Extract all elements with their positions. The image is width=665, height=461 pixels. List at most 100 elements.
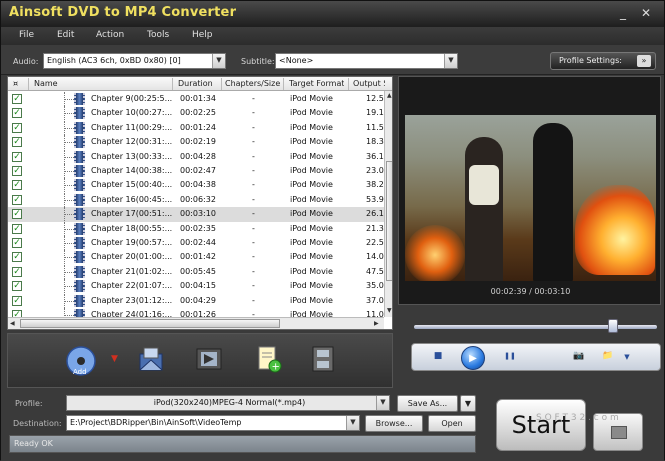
chapter-duration: 00:01:34 xyxy=(180,94,216,103)
column-target-format[interactable]: Target Format xyxy=(289,79,344,88)
table-row[interactable]: ✓ Chapter 18(00:55:... 00:02:35 - iPod Movie… xyxy=(8,221,384,236)
seek-slider-handle[interactable] xyxy=(608,319,619,333)
chapter-size: - xyxy=(252,295,255,305)
table-row[interactable]: ✓ Chapter 10(00:27:... 00:02:25 - iPod Movie… xyxy=(8,106,384,121)
table-row[interactable]: ✓ Chapter 15(00:40:... 00:04:38 - iPod Movie… xyxy=(8,178,384,193)
seek-bar[interactable] xyxy=(414,325,657,329)
chapter-duration: 00:04:38 xyxy=(180,180,216,190)
table-row[interactable]: ✓ Chapter 12(00:31:... 00:02:19 - iPod Movie… xyxy=(8,135,384,150)
checkbox[interactable]: ✓ xyxy=(12,180,22,191)
table-row[interactable]: ✓ Chapter 22(01:07:... 00:04:15 - iPod Movie… xyxy=(8,279,384,294)
chapter-name: Chapter 19(00:57:... xyxy=(91,238,173,247)
column-chapters-size[interactable]: Chapters/Size xyxy=(225,79,280,88)
column-check[interactable]: ¤ xyxy=(13,79,18,88)
title-bar[interactable]: Ainsoft DVD to MP4 Converter _ ✕ xyxy=(1,1,664,27)
preview-time: 00:02:39 / 00:03:10 xyxy=(490,287,571,296)
scroll-thumb[interactable] xyxy=(386,161,392,281)
column-name[interactable]: Name xyxy=(34,79,58,88)
load-ifo-button[interactable] xyxy=(136,344,166,374)
chapter-name: Chapter 14(00:38:... xyxy=(91,166,173,175)
checkbox[interactable]: ✓ xyxy=(12,94,22,104)
stop-button[interactable]: ■ xyxy=(429,348,447,364)
chevron-down-icon[interactable]: ▼ xyxy=(212,54,225,68)
edit-video-button[interactable] xyxy=(194,344,224,374)
checkbox[interactable]: ✓ xyxy=(12,166,22,176)
snapshot-button[interactable]: 📷 xyxy=(570,348,588,364)
target-format: iPod Movie xyxy=(290,194,333,204)
chapter-name: Chapter 16(00:45:... xyxy=(91,194,173,204)
menu-tools[interactable]: Tools xyxy=(147,30,169,40)
checkbox[interactable]: ✓ xyxy=(12,151,22,162)
checkbox[interactable]: ✓ xyxy=(12,122,22,133)
checkbox[interactable]: ✓ xyxy=(12,281,22,292)
chapter-name: Chapter 10(00:27:... xyxy=(91,108,173,118)
table-row[interactable]: ✓ Chapter 23(01:12:... 00:04:29 - iPod Movie… xyxy=(8,293,384,308)
chevron-down-icon[interactable]: ▼ xyxy=(444,54,457,68)
film-icon xyxy=(74,136,85,149)
chapter-size: - xyxy=(252,151,255,161)
chevron-down-icon[interactable]: ▼ xyxy=(346,416,359,430)
target-format: iPod Movie xyxy=(290,223,333,233)
checkbox[interactable]: ✓ xyxy=(12,137,22,148)
chapter-duration: 00:03:10 xyxy=(180,209,216,219)
close-button[interactable]: ✕ xyxy=(638,6,654,21)
menu-edit[interactable]: Edit xyxy=(57,30,74,40)
table-row[interactable]: ✓ Chapter 13(00:33:... 00:04:28 - iPod Movie… xyxy=(8,149,384,164)
checkbox[interactable]: ✓ xyxy=(12,266,22,277)
output-size: 38.2 xyxy=(366,180,384,190)
chevron-down-icon[interactable]: ▼ xyxy=(460,395,476,412)
output-size: 14.0 xyxy=(366,252,384,262)
checkbox[interactable]: ✓ xyxy=(12,252,22,263)
checkbox[interactable]: ✓ xyxy=(12,295,22,306)
play-button[interactable]: ▶ xyxy=(461,346,485,370)
menu-help[interactable]: Help xyxy=(192,30,213,40)
checkbox[interactable]: ✓ xyxy=(12,223,22,234)
vertical-scrollbar[interactable]: ▲ ▼ xyxy=(384,91,392,317)
checkbox[interactable]: ✓ xyxy=(12,238,22,248)
scroll-thumb[interactable] xyxy=(20,319,280,328)
add-file-button[interactable]: + xyxy=(254,344,284,374)
table-row[interactable]: ✓ Chapter 14(00:38:... 00:02:47 - iPod Movie… xyxy=(8,164,384,178)
document-add-icon: + xyxy=(258,346,282,373)
horizontal-scrollbar[interactable]: ◀ ▶ xyxy=(8,317,384,329)
chevron-down-icon[interactable]: ▼ xyxy=(111,354,118,364)
chevron-down-icon[interactable]: ▼ xyxy=(618,349,636,365)
table-row[interactable]: ✓ Chapter 9(00:25:5... 00:01:34 - iPod Movie… xyxy=(8,92,384,106)
film-icon xyxy=(74,107,85,120)
profile-settings-button[interactable]: Profile Settings: » xyxy=(550,52,656,70)
checkbox[interactable]: ✓ xyxy=(12,209,22,220)
pause-button[interactable]: ❚❚ xyxy=(501,348,519,364)
chapter-duration: 00:04:28 xyxy=(180,151,216,161)
add-dvd-button[interactable]: Add xyxy=(64,344,96,376)
open-folder-button[interactable]: 📁 xyxy=(599,348,617,364)
profile-select[interactable]: iPod(320x240)MPEG-4 Normal(*.mp4) ▼ xyxy=(66,395,390,411)
column-duration[interactable]: Duration xyxy=(178,79,213,88)
browse-button[interactable]: Browse... xyxy=(365,415,423,432)
subtitle-value: <None> xyxy=(279,56,314,65)
table-row[interactable]: ✓ Chapter 11(00:29:... 00:01:24 - iPod Movie… xyxy=(8,120,384,135)
film-icon xyxy=(74,165,85,177)
table-row[interactable]: ✓ Chapter 20(01:00:... 00:01:42 - iPod Movie… xyxy=(8,250,384,265)
table-row[interactable]: ✓ Chapter 16(00:45:... 00:06:32 - iPod Movie… xyxy=(8,192,384,207)
menu-file[interactable]: File xyxy=(19,30,34,40)
watermark: S O F T 3 2 . c o m xyxy=(536,413,619,423)
checkbox[interactable]: ✓ xyxy=(12,194,22,205)
table-row[interactable]: ✓ Chapter 19(00:57:... 00:02:44 - iPod Movie… xyxy=(8,236,384,250)
chevron-down-icon[interactable]: ▼ xyxy=(376,396,389,410)
chapter-name: Chapter 21(01:02:... xyxy=(91,266,173,276)
column-output-size[interactable]: Output Siz xyxy=(353,79,385,88)
film-icon xyxy=(74,265,85,278)
checkbox[interactable]: ✓ xyxy=(12,108,22,119)
table-row[interactable]: ✓ Chapter 21(01:02:... 00:05:45 - iPod Movie… xyxy=(8,264,384,279)
destination-input[interactable]: E:\Project\BDRipper\Bin\AinSoft\VideoTem… xyxy=(66,415,360,431)
audio-select[interactable]: English (AC3 6ch, 0xBD 0x80) [0] ▼ xyxy=(43,53,226,69)
save-as-button[interactable]: Save As... xyxy=(397,395,458,412)
open-button[interactable]: Open xyxy=(428,415,476,432)
minimize-button[interactable]: _ xyxy=(615,6,631,21)
menu-action[interactable]: Action xyxy=(96,30,124,40)
subtitle-select[interactable]: <None> ▼ xyxy=(275,53,458,69)
double-chevron-icon: » xyxy=(637,55,651,67)
start-button[interactable]: Start xyxy=(496,399,586,451)
table-row[interactable]: ✓ Chapter 17(00:51:... 00:03:10 - iPod Movie… xyxy=(8,207,384,222)
merge-button[interactable] xyxy=(308,344,338,374)
